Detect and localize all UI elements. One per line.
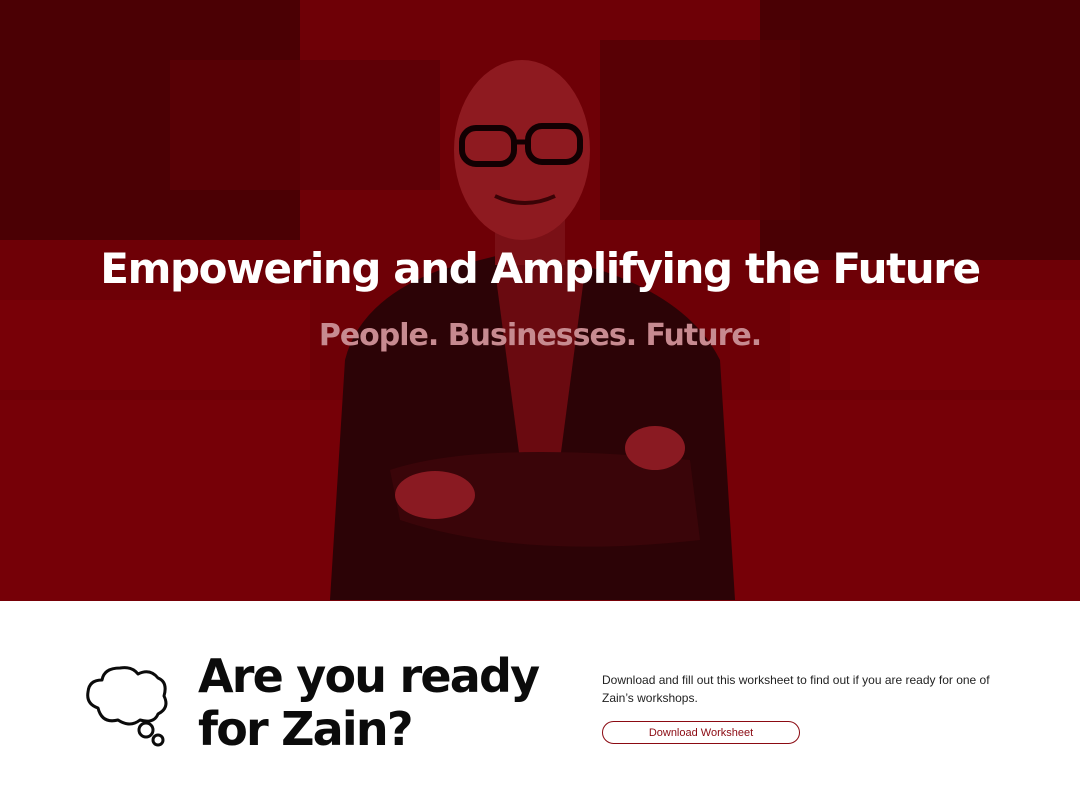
cta-heading: Are you ready for Zain? [198, 650, 558, 756]
cta-description: Download and fill out this worksheet to … [602, 673, 990, 705]
hero-section: Empowering and Amplifying the Future Peo… [0, 0, 1080, 601]
cta-heading-line1: Are you ready [198, 649, 540, 703]
download-worksheet-button[interactable]: Download Worksheet [602, 721, 800, 744]
thought-bubble-icon [86, 666, 168, 747]
cta-heading-line2: for Zain? [198, 702, 414, 756]
hero-title: Empowering and Amplifying the Future [100, 244, 981, 293]
hero-photo [0, 0, 1080, 601]
hero-subtitle: People. Businesses. Future. [318, 318, 762, 353]
